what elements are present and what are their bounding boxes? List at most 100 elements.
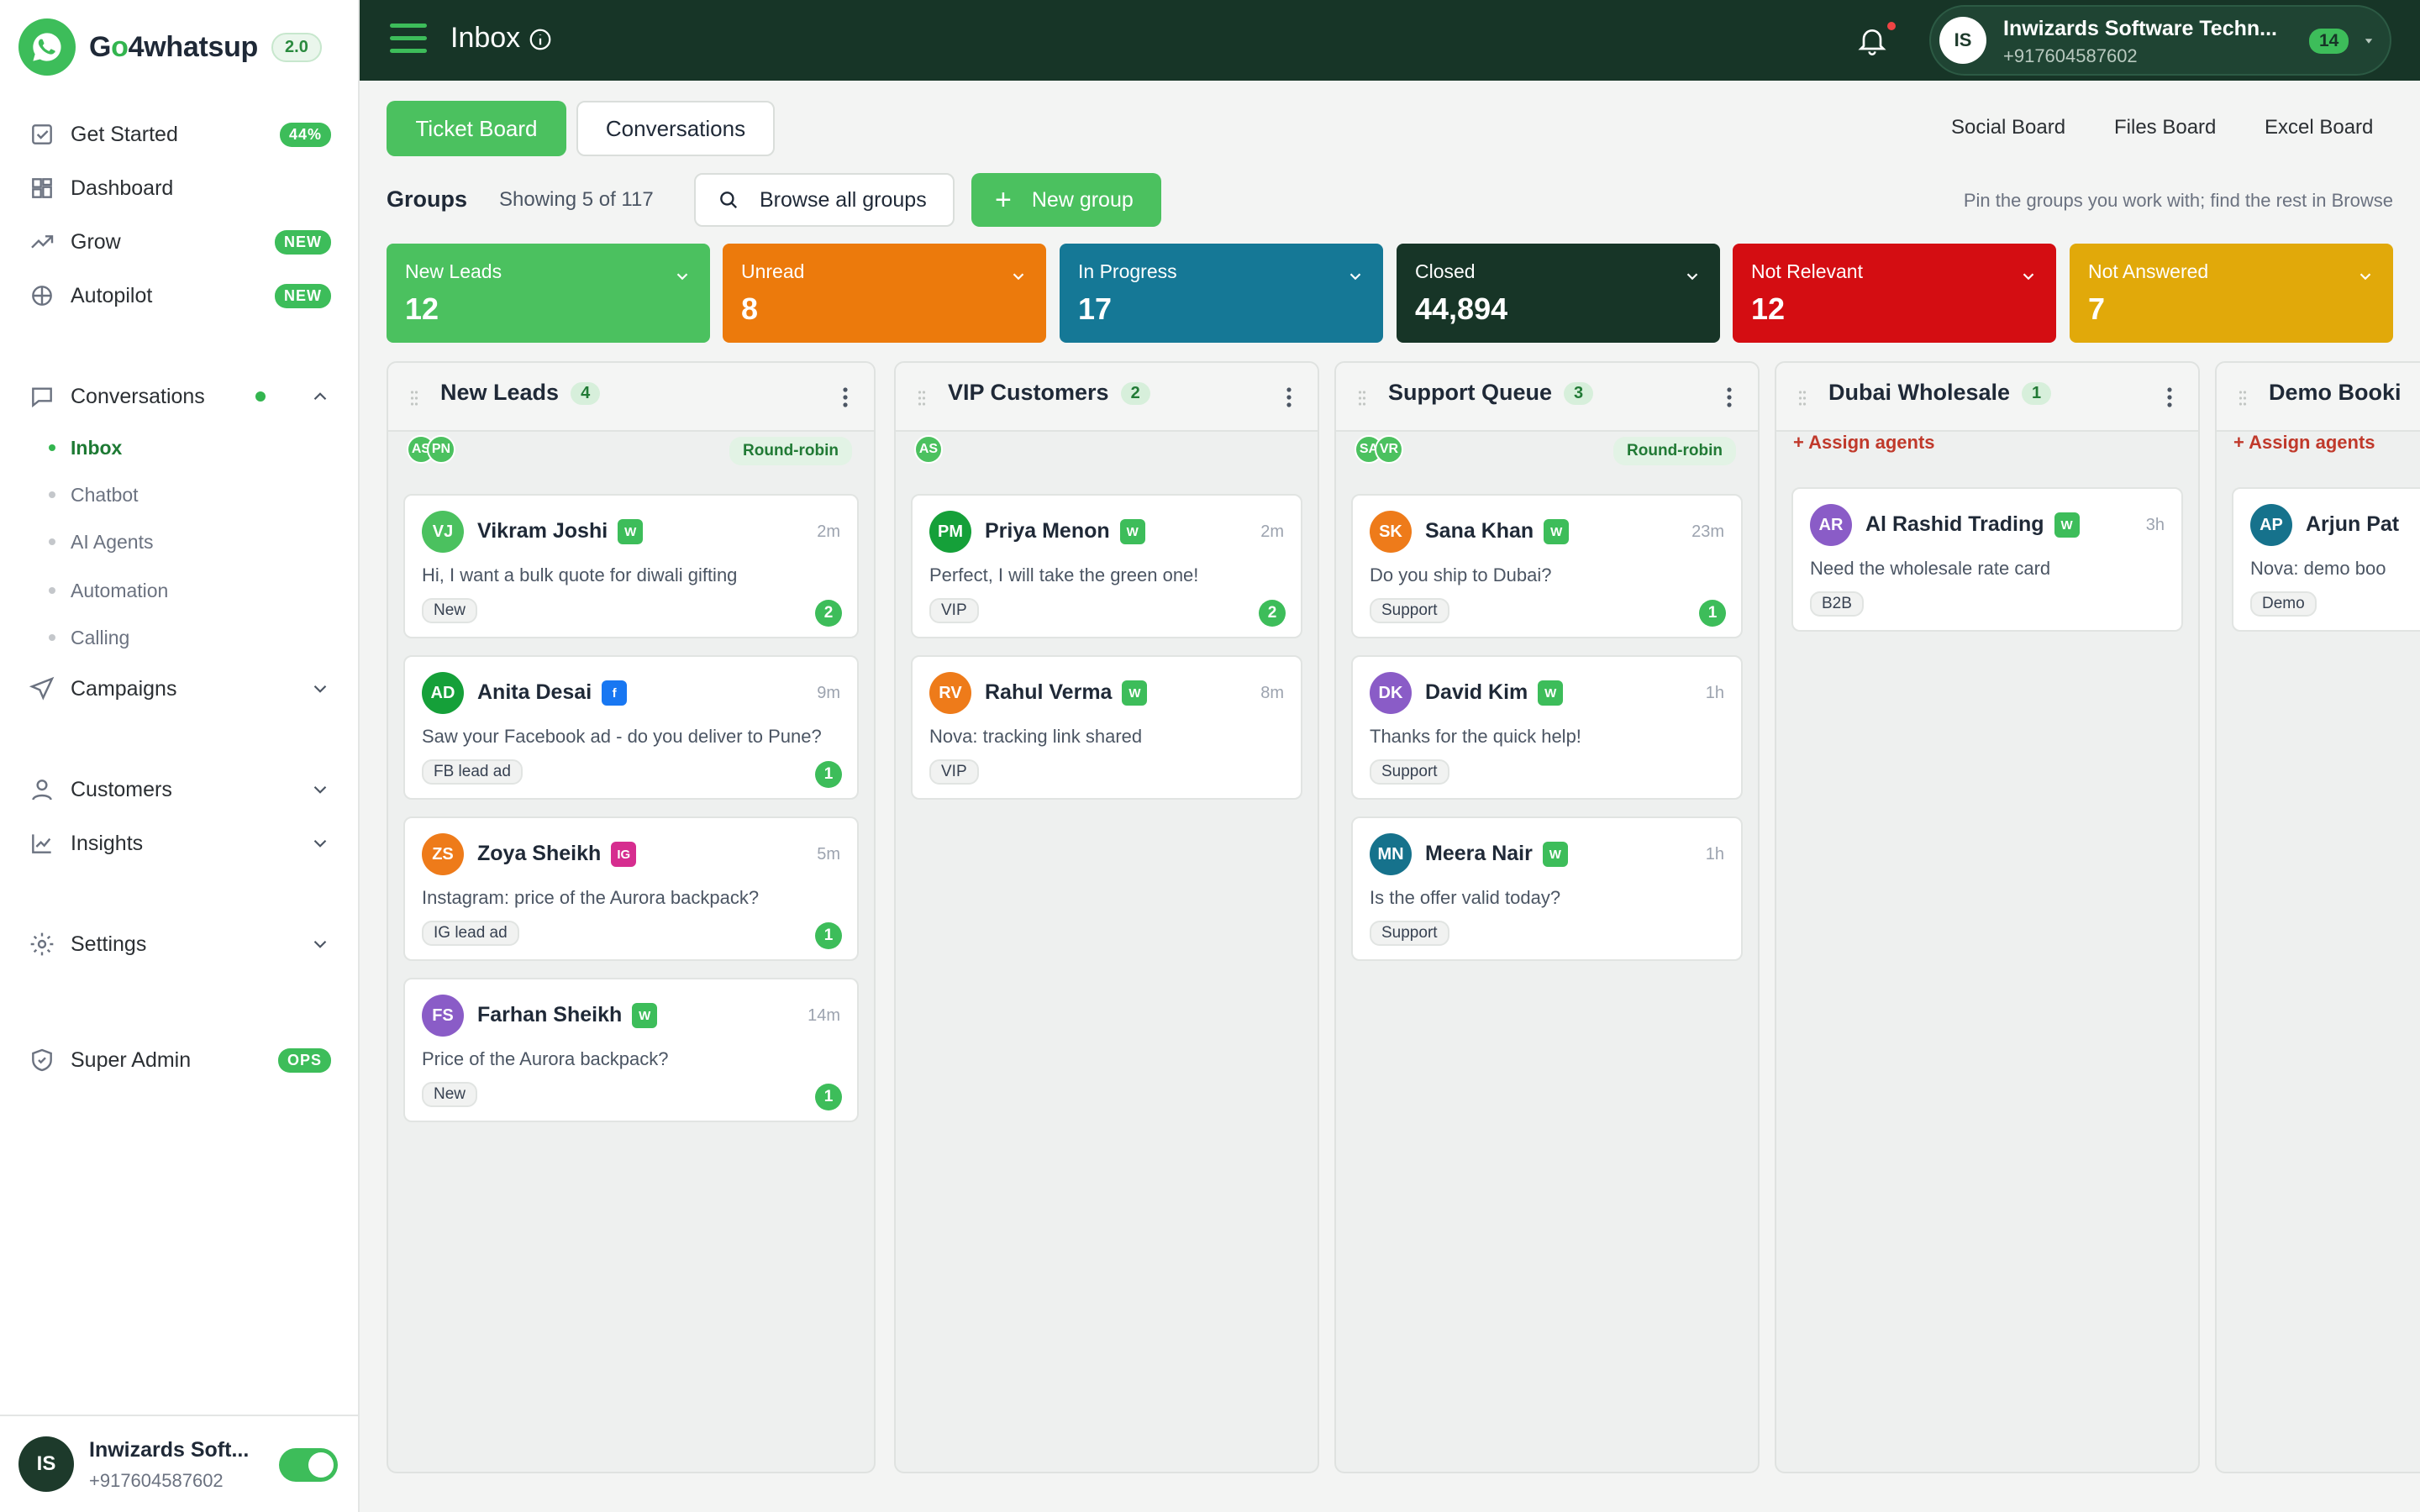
agent-avatar[interactable]: VR xyxy=(1375,435,1403,464)
sub-item-chatbot[interactable]: Chatbot xyxy=(49,480,139,510)
nav-campaigns[interactable]: Campaigns xyxy=(29,672,331,706)
nav-customers[interactable]: Customers xyxy=(29,773,331,806)
bell-icon[interactable] xyxy=(1855,24,1889,57)
conversation-card[interactable]: AR Al Rashid Trading W 3h Need the wholesale… xyxy=(1791,487,2183,632)
chevron-down-icon[interactable] xyxy=(309,832,331,854)
sub-item-inbox[interactable]: Inbox xyxy=(49,433,122,463)
bullet xyxy=(49,538,55,545)
board-column: Demo Booki + Assign agents AP Arjun Pat Nova… xyxy=(2215,361,2420,1473)
tab-conversations[interactable]: Conversations xyxy=(576,101,775,156)
sub-item-ai-agents[interactable]: AI Agents xyxy=(49,527,153,557)
more-vertical-icon[interactable] xyxy=(842,386,849,408)
avatar[interactable]: IS xyxy=(18,1436,74,1492)
drag-handle-icon[interactable] xyxy=(918,390,926,407)
menu-icon[interactable] xyxy=(390,24,427,57)
files-board-link[interactable]: Files Board xyxy=(2114,116,2216,139)
notification-dot xyxy=(1887,22,1896,30)
agent-avatar[interactable]: AS xyxy=(914,435,943,464)
stat-card-closed[interactable]: Closed 44,894 xyxy=(1397,244,1720,343)
contact-name: Zoya Sheikh IG xyxy=(477,842,637,868)
stat-label: Not Answered xyxy=(2088,260,2209,282)
chevron-down-icon[interactable] xyxy=(2356,267,2375,286)
drag-handle-icon[interactable] xyxy=(1358,390,1366,407)
status-tag: Support xyxy=(1370,598,1449,623)
browse-groups-button[interactable]: Browse all groups xyxy=(694,173,955,227)
avatar: PM xyxy=(929,511,971,553)
stat-value: 7 xyxy=(2088,291,2106,326)
status-tag: New xyxy=(422,1082,478,1107)
brand[interactable]: Go4whatsup 2.0 xyxy=(18,18,322,76)
assign-agents-link[interactable]: + Assign agents xyxy=(1793,432,1935,454)
stat-card-not-relevant[interactable]: Not Relevant 12 xyxy=(1733,244,2056,343)
message-preview: Thanks for the quick help! xyxy=(1370,726,1581,747)
stat-card-unread[interactable]: Unread 8 xyxy=(723,244,1046,343)
chevron-down-icon[interactable] xyxy=(673,267,692,286)
nav-dashboard[interactable]: Dashboard xyxy=(29,171,331,205)
nav-label: Super Admin xyxy=(71,1047,192,1072)
conversation-card[interactable]: ZS Zoya Sheikh IG 5m Instagram: price of the… xyxy=(403,816,859,961)
new-badge: NEW xyxy=(275,229,331,255)
chevron-down-icon[interactable] xyxy=(2019,267,2038,286)
status-tag: Support xyxy=(1370,759,1449,785)
conversation-card[interactable]: MN Meera Nair W 1h Is the offer valid today?… xyxy=(1351,816,1743,961)
chevron-down-icon[interactable] xyxy=(1009,267,1028,286)
drag-handle-icon[interactable] xyxy=(2238,390,2247,407)
status-tag: B2B xyxy=(1810,591,1864,617)
tab-ticket-board[interactable]: Ticket Board xyxy=(387,101,566,156)
conversation-card[interactable]: AP Arjun Pat Nova: demo boo Demo xyxy=(2232,487,2420,632)
excel-board-link[interactable]: Excel Board xyxy=(2265,116,2373,139)
conversation-card[interactable]: RV Rahul Verma W 8m Nova: tracking link shar… xyxy=(911,655,1302,800)
account-switcher[interactable]: IS Inwizards Software Techn... +91760458… xyxy=(1929,5,2391,76)
status-tag: VIP xyxy=(929,759,979,785)
new-group-button[interactable]: + New group xyxy=(971,173,1161,227)
nav-insights[interactable]: Insights xyxy=(29,827,331,860)
nav-conversations[interactable]: Conversations xyxy=(29,380,331,413)
more-vertical-icon[interactable] xyxy=(1726,386,1733,408)
more-vertical-icon[interactable] xyxy=(2166,386,2173,408)
conversation-card[interactable]: SK Sana Khan W 23m Do you ship to Dubai? Supp… xyxy=(1351,494,1743,638)
conversation-card[interactable]: FS Farhan Sheikh W 14m Price of the Aurora b… xyxy=(403,978,859,1122)
nav-autopilot[interactable]: Autopilot NEW xyxy=(29,279,331,312)
chevron-up-icon[interactable] xyxy=(309,386,331,407)
info-icon[interactable] xyxy=(528,27,553,52)
column-header: VIP Customers 2 xyxy=(896,363,1318,432)
stat-label: Closed xyxy=(1415,260,1476,282)
assign-agents-link[interactable]: + Assign agents xyxy=(2233,432,2375,454)
nav-label: Conversations xyxy=(71,384,205,408)
column-title: Demo Booki xyxy=(2269,380,2402,405)
plus-icon: + xyxy=(995,184,1012,216)
stat-card-not-answered[interactable]: Not Answered 7 xyxy=(2070,244,2393,343)
timestamp: 1h xyxy=(1705,845,1724,864)
drag-handle-icon[interactable] xyxy=(410,390,418,407)
conversation-card[interactable]: AD Anita Desai f 9m Saw your Facebook ad - d… xyxy=(403,655,859,800)
nav-label: Grow xyxy=(71,229,121,254)
online-toggle[interactable] xyxy=(279,1448,338,1482)
chevron-down-icon[interactable] xyxy=(309,779,331,801)
timestamp: 8m xyxy=(1260,684,1284,702)
conversation-card[interactable]: PM Priya Menon W 2m Perfect, I will take the… xyxy=(911,494,1302,638)
sub-item-calling[interactable]: Calling xyxy=(49,622,129,653)
nav-settings[interactable]: Settings xyxy=(29,927,331,961)
message-preview: Nova: demo boo xyxy=(2250,558,2386,579)
drag-handle-icon[interactable] xyxy=(1798,390,1807,407)
board-column: Support Queue 3 SA VR Round-robin SK Sana Khan… xyxy=(1334,361,1760,1473)
social-board-link[interactable]: Social Board xyxy=(1951,116,2065,139)
conversation-card[interactable]: DK David Kim W 1h Thanks for the quick help!… xyxy=(1351,655,1743,800)
stat-card-in-progress[interactable]: In Progress 17 xyxy=(1060,244,1383,343)
sub-item-automation[interactable]: Automation xyxy=(49,575,168,606)
agent-avatar[interactable]: PN xyxy=(427,435,455,464)
conversation-card[interactable]: VJ Vikram Joshi W 2m Hi, I want a bulk quote… xyxy=(403,494,859,638)
chevron-down-icon[interactable] xyxy=(1683,267,1702,286)
bullet xyxy=(49,491,55,498)
stat-card-new-leads[interactable]: New Leads 12 xyxy=(387,244,710,343)
nav-grow[interactable]: Grow NEW xyxy=(29,225,331,259)
chevron-down-icon[interactable] xyxy=(309,678,331,700)
avatar: DK xyxy=(1370,672,1412,714)
status-tag: New xyxy=(422,598,478,623)
more-vertical-icon[interactable] xyxy=(1286,386,1292,408)
message-preview: Instagram: price of the Aurora backpack? xyxy=(422,887,760,908)
nav-super-admin[interactable]: Super Admin OPS xyxy=(29,1043,331,1077)
chevron-down-icon[interactable] xyxy=(1346,267,1365,286)
nav-get-started[interactable]: Get Started 44% xyxy=(29,118,331,151)
chevron-down-icon[interactable] xyxy=(309,933,331,955)
